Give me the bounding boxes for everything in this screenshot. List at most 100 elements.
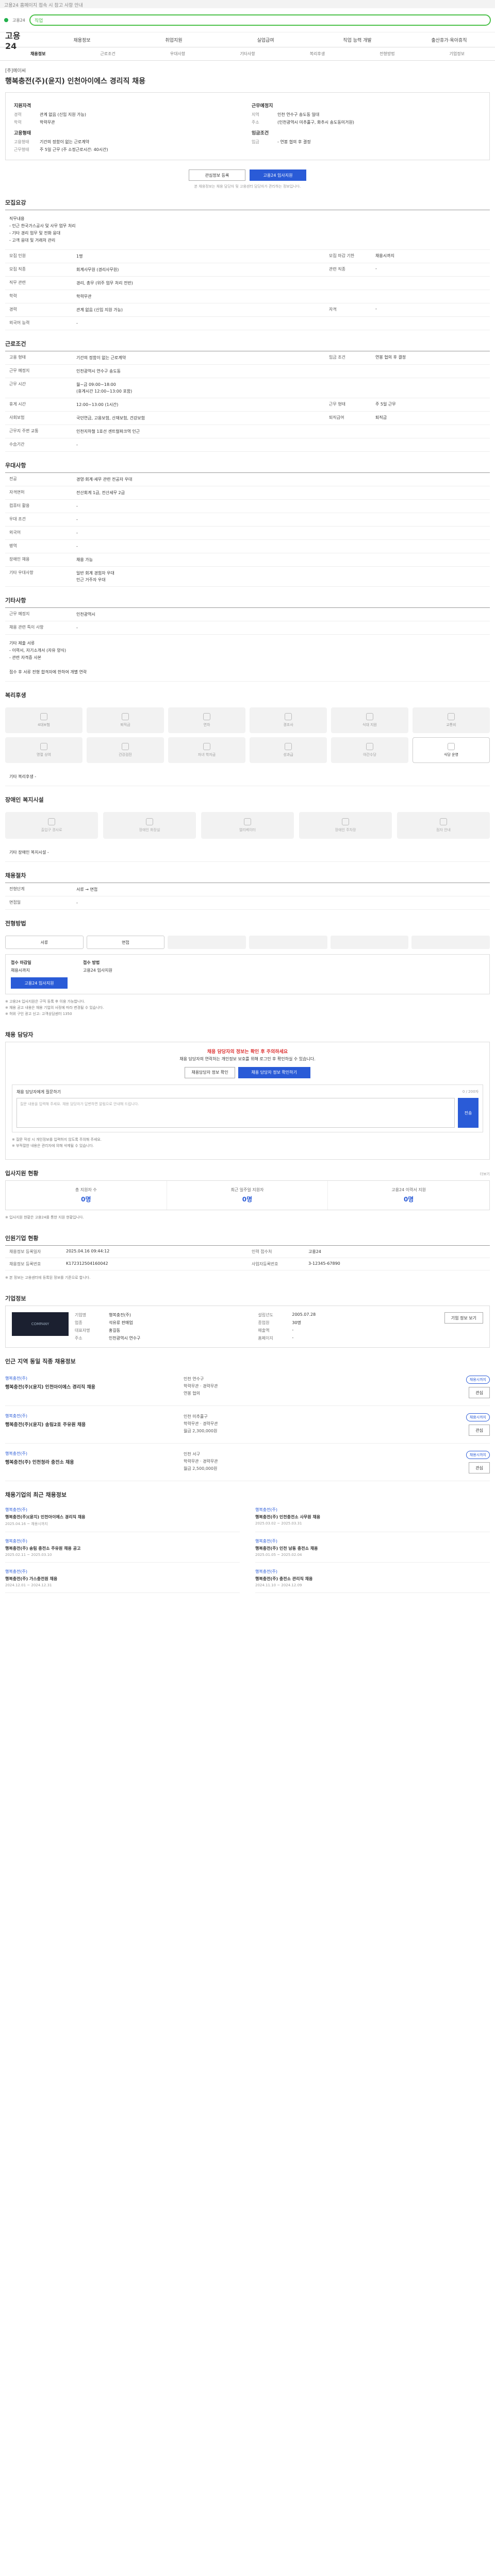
- biz-job-company[interactable]: 행복충전(주): [5, 1569, 240, 1574]
- info-row: 근무지 주변 교통 인천지하철 1호선 센트럴파크역 인근: [5, 425, 490, 438]
- biz-job-title[interactable]: 행복충전(주) 가스충전원 채용: [5, 1576, 240, 1582]
- job-title[interactable]: 행복충전(주)(윤지) 송림2호 주유원 채용: [5, 1421, 175, 1428]
- section-title-disability: 장애인 복지시설: [5, 796, 44, 803]
- stat-item: 총 지원자 수 0명: [6, 1181, 167, 1210]
- welfare-card: 교통비: [412, 707, 490, 733]
- logo-text[interactable]: 고용24: [12, 18, 25, 23]
- question-head: 채용 담당자에게 질문하기 0 / 200자: [16, 1089, 478, 1095]
- contact-info-button[interactable]: 채용담당자 정보 확인: [185, 1067, 235, 1078]
- summary-key: 주소: [252, 120, 259, 125]
- biz-job-company[interactable]: 행복충전(주): [255, 1538, 490, 1544]
- info-row: 자격면허 전산회계 1급, 전산세무 2급: [5, 486, 490, 500]
- job-title[interactable]: 행복충전(주)(윤지) 인천아이에스 경리직 채용: [5, 1383, 175, 1390]
- job-save-button[interactable]: 관심: [469, 1425, 490, 1436]
- apply-deadline-value: 채용시까지: [11, 968, 30, 973]
- nav-item[interactable]: 직업 능력 개발: [311, 37, 403, 43]
- job-right: 채용시까지 관심: [346, 1413, 490, 1436]
- job-title[interactable]: 행복충전(주) 인천청라 충전소 채용: [5, 1459, 175, 1465]
- biz-job-title[interactable]: 행복충전(주) 충전소 관리직 채용: [255, 1576, 490, 1582]
- nav-item[interactable]: 실업급여: [220, 37, 311, 43]
- section-title-recruit: 모집요강: [5, 199, 26, 206]
- biz-job-date: 2024.12.01 ~ 2024.12.31: [5, 1583, 52, 1587]
- job-company[interactable]: 행복충전(주): [5, 1413, 175, 1419]
- summary-row: 임금 - 연봉 협의 후 결정: [252, 138, 481, 146]
- company-value: 행복충전(주): [109, 1313, 131, 1317]
- summary-key: 고용형태: [14, 140, 29, 144]
- question-send-button[interactable]: 전송: [458, 1098, 478, 1128]
- stats-more-link[interactable]: 더보기: [480, 1172, 490, 1177]
- nav-item[interactable]: 취업지원: [128, 37, 220, 43]
- selection-step: [168, 936, 246, 949]
- brand-title[interactable]: 고용24: [0, 29, 36, 51]
- job-save-button[interactable]: 관심: [469, 1462, 490, 1473]
- selection-fine: ※ 고용24 입사지원은 구직 등록 후 이용 가능합니다. ※ 채용 공고 내…: [5, 999, 104, 1016]
- company-info-button[interactable]: 기업 정보 보기: [444, 1312, 483, 1324]
- biz-job-title[interactable]: 행복충전(주) 인천 남동 충전소 채용: [255, 1546, 490, 1551]
- tab-item[interactable]: 우대사항: [143, 51, 212, 57]
- contact-box: 채용 담당자의 정보는 확인 후 주의하세요 채용 담당자의 연락처는 개인정보…: [5, 1042, 490, 1160]
- biz-job-company[interactable]: 행복충전(주): [255, 1569, 490, 1574]
- summary-heading: 지원자격: [14, 104, 31, 109]
- company-value: 30명: [292, 1320, 301, 1325]
- apply-button[interactable]: 고용24 입사지원: [250, 170, 306, 181]
- tab-item[interactable]: 채용정보: [3, 51, 73, 57]
- question-input[interactable]: 질문 내용을 입력해 주세요. 채용 담당자가 답변하면 알림으로 안내해 드립…: [16, 1098, 455, 1128]
- nav-item[interactable]: 채용정보: [36, 37, 128, 43]
- welfare-card: 명절 상여: [5, 737, 82, 763]
- biz-job-item[interactable]: 행복충전(주) 행복충전(주)(윤지) 인천아이에스 경리직 채용 2025.04.…: [5, 1507, 240, 1532]
- biz-job-item[interactable]: 행복충전(주) 행복충전(주) 충전소 관리직 채용 2024.11.10 ~ 20…: [255, 1569, 490, 1593]
- disability-grid: 출입구 경사로 장애인 화장실 엘리베이터 장애인 주차장 점자 안내: [5, 807, 490, 844]
- question-counter: 0 / 200자: [462, 1090, 478, 1094]
- biz-job-title[interactable]: 행복충전(주)(윤지) 인천아이에스 경리직 채용: [5, 1514, 240, 1520]
- summary-row: 근무형태 주 5일 근무 (주 소정근로시간: 40시간): [14, 146, 243, 154]
- recruit-intro: 직무내용 - 인근 한국가스공사 및 사무 업무 처리 - 기타 경리 업무 및…: [5, 210, 490, 250]
- info-key: 외국어: [9, 530, 21, 535]
- info-value: 국민연금, 고용보험, 산재보험, 건강보험: [76, 416, 145, 420]
- biz-job-item[interactable]: 행복충전(주) 행복충전(주) 인천충전소 사무원 채용 2025.03.02 ~ …: [255, 1507, 490, 1532]
- biz-job-title[interactable]: 행복충전(주) 인천충전소 사무원 채용: [255, 1514, 490, 1520]
- info-key: 모집 직종: [9, 267, 26, 272]
- welfare-icon: [203, 743, 210, 750]
- apply-button-2[interactable]: 고용24 입사지원: [11, 977, 68, 989]
- job-item[interactable]: 행복충전(주) 행복충전(주) 인천청라 충전소 채용 인천 서구 학력무관 · 경…: [5, 1444, 490, 1481]
- biz-job-item[interactable]: 행복충전(주) 행복충전(주) 송림 충전소 주유원 채용 공고 2025.02.1…: [5, 1538, 240, 1563]
- logo-icon[interactable]: [4, 18, 8, 22]
- summary-row: 고용형태 기간의 정함이 없는 근로계약: [14, 138, 243, 146]
- stat-value: 0명: [403, 1196, 414, 1203]
- job-save-button[interactable]: 관심: [469, 1387, 490, 1398]
- save-interest-button[interactable]: 관심정보 등록: [189, 170, 245, 181]
- tab-item[interactable]: 기타사항: [212, 51, 282, 57]
- contact-desc: 채용 담당자의 연락처는 개인정보 보호를 위해 로그인 후 확인하실 수 있습…: [179, 1057, 316, 1061]
- company-stat-key: 채용정보 등록번호: [5, 1258, 62, 1270]
- nav-item[interactable]: 출산휴가·육아휴직: [403, 37, 495, 43]
- biz-job-item[interactable]: 행복충전(주) 행복충전(주) 가스충전원 채용 2024.12.01 ~ 2024…: [5, 1569, 240, 1593]
- summary-key: 근무형태: [14, 147, 29, 152]
- company-value: 인천광역시 연수구: [109, 1336, 141, 1341]
- info-value: -: [76, 504, 78, 509]
- tab-item[interactable]: 기업정보: [422, 51, 492, 57]
- question-area: 질문 내용을 입력해 주세요. 채용 담당자가 답변하면 알림으로 안내해 드립…: [16, 1098, 478, 1128]
- tab-item[interactable]: 근로조건: [73, 51, 142, 57]
- summary-key: 학력: [14, 120, 22, 125]
- biz-job-date: 2025.01.05 ~ 2025.02.04: [255, 1553, 302, 1557]
- biz-job-title[interactable]: 행복충전(주) 송림 충전소 주유원 채용 공고: [5, 1546, 240, 1551]
- summary-value: 인천 연수구 송도동 일대: [277, 112, 320, 117]
- biz-job-company[interactable]: 행복충전(주): [255, 1507, 490, 1513]
- job-company[interactable]: 행복충전(주): [5, 1376, 175, 1381]
- biz-job-company[interactable]: 행복충전(주): [5, 1538, 240, 1544]
- biz-job-company[interactable]: 행복충전(주): [5, 1507, 240, 1513]
- job-item[interactable]: 행복충전(주) 행복충전(주)(윤지) 송림2호 주유원 채용 인천 미추홀구 학력…: [5, 1406, 490, 1444]
- job-company[interactable]: 행복충전(주): [5, 1451, 175, 1456]
- tab-item[interactable]: 전형방법: [352, 51, 422, 57]
- welfare-card: 성과급: [250, 737, 327, 763]
- biz-job-item[interactable]: 행복충전(주) 행복충전(주) 인천 남동 충전소 채용 2025.01.05 ~ …: [255, 1538, 490, 1563]
- job-item[interactable]: 행복충전(주) 행복충전(주)(윤지) 인천아이에스 경리직 채용 인천 연수구 학…: [5, 1368, 490, 1406]
- tab-item[interactable]: 복리후생: [283, 51, 352, 57]
- company-info: COMPANY 기업명 행복충전(주) 설립년도 2005.07.28 업종 석유류 판매…: [5, 1306, 490, 1348]
- search-input[interactable]: 직업: [29, 14, 491, 26]
- info-value: 전산회계 1급, 전산세무 2급: [76, 490, 125, 495]
- company-grid: 기업명 행복충전(주) 설립년도 2005.07.28 업종 석유류 판매업 종업원 30명 대…: [75, 1312, 438, 1341]
- contact-buttons: 채용담당자 정보 확인 채용 담당자 정보 확인하기: [12, 1067, 483, 1078]
- welfare-card: 연차: [168, 707, 245, 733]
- contact-check-button[interactable]: 채용 담당자 정보 확인하기: [238, 1067, 310, 1078]
